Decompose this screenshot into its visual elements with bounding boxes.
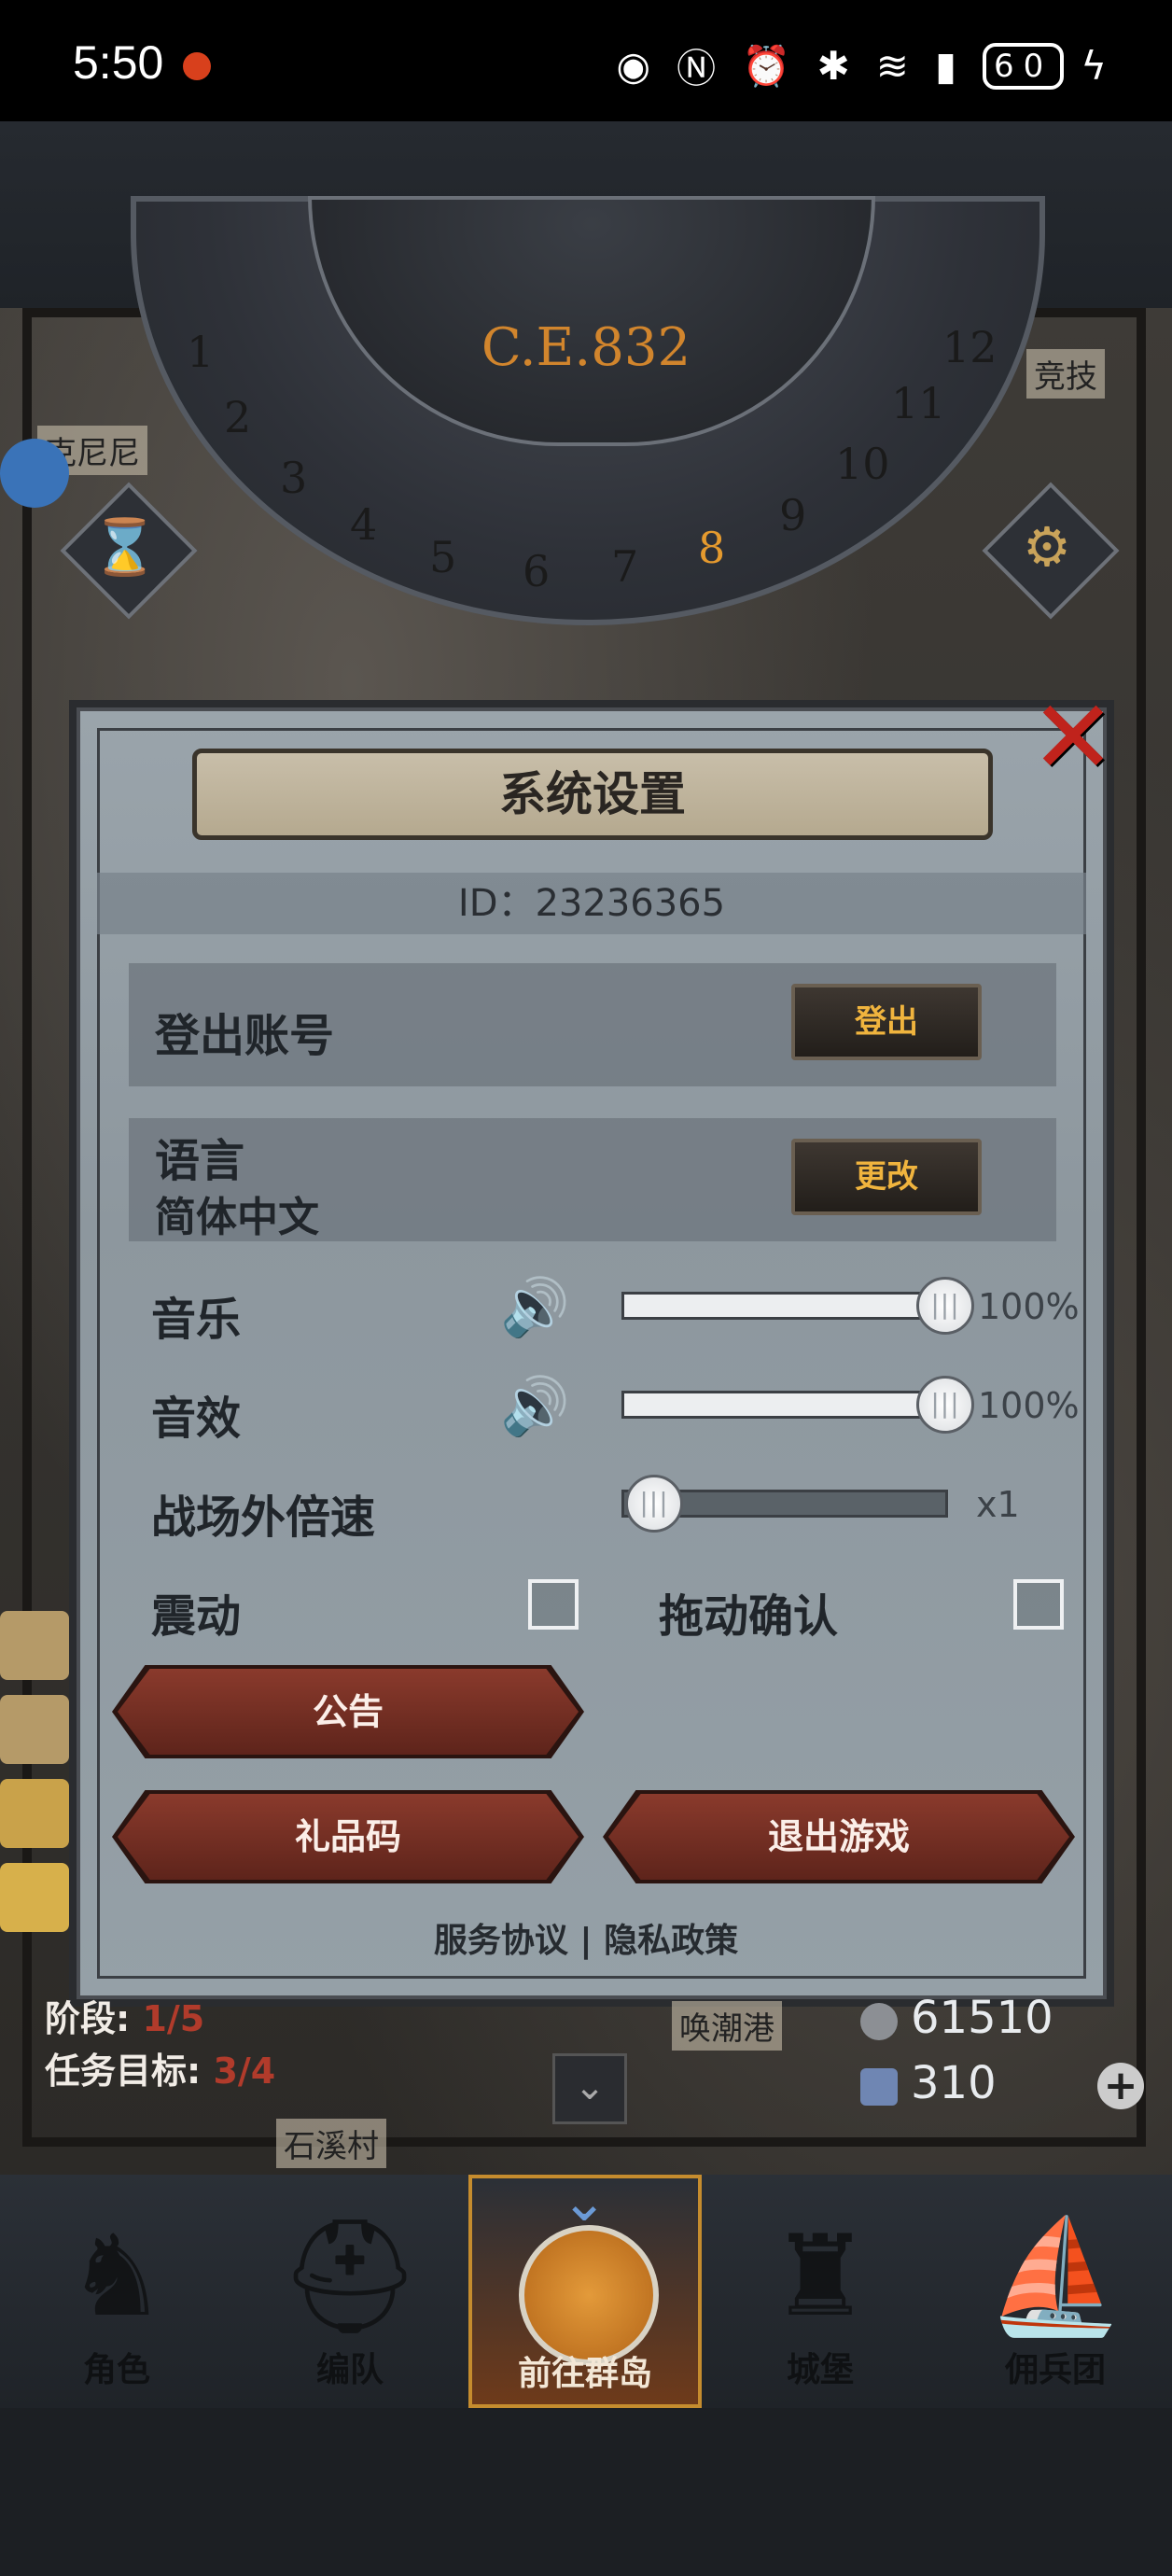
dial-number: 10: [835, 439, 890, 489]
bluetooth-icon: ✱: [816, 43, 859, 89]
change-language-button[interactable]: 更改: [791, 1139, 982, 1215]
helmet-icon: ⛑: [278, 2212, 422, 2342]
nav-formation[interactable]: ⛑ 编队: [233, 2175, 467, 2408]
knight-icon: ♞: [66, 2212, 167, 2342]
music-label: 音乐: [151, 1294, 242, 1346]
speaker-icon[interactable]: 🔊: [500, 1275, 575, 1340]
sfx-value: 100%: [978, 1385, 1080, 1426]
links-separator: |: [579, 1922, 593, 1960]
dial-number: 6: [523, 546, 551, 596]
nav-castle[interactable]: ♜ 城堡: [704, 2175, 937, 2408]
battery-indicator: 60: [983, 42, 1065, 90]
notification-icon: [183, 52, 211, 80]
battle-speed-value: x1: [976, 1484, 1020, 1525]
quest-scroll-icon[interactable]: [0, 1695, 69, 1764]
nfc-icon: Ⓝ: [677, 46, 726, 91]
charging-icon: ϟ: [1081, 43, 1116, 89]
gift-code-button[interactable]: 礼品码: [118, 1794, 579, 1880]
dialog-title: 系统设置: [192, 749, 993, 840]
dial-number: 4: [350, 499, 378, 550]
drag-confirm-checkbox[interactable]: [1013, 1579, 1064, 1630]
nav-mercenaries[interactable]: ⛵ 佣兵团: [939, 2175, 1172, 2408]
privacy-policy-link[interactable]: 隐私政策: [604, 1922, 738, 1960]
status-bar: 5:50 ◉ Ⓝ ⏰ ✱ ≋ ▮ 60 ϟ: [0, 0, 1172, 121]
nav-character[interactable]: ♞ 角色: [0, 2175, 233, 2408]
map-location-label[interactable]: 唤潮港: [672, 2001, 782, 2051]
task-label: 任务目标: 3/4: [45, 2042, 275, 2093]
dial-number: 1: [187, 327, 215, 377]
collapse-button[interactable]: ⌄: [552, 2053, 627, 2124]
drag-confirm-label: 拖动确认: [659, 1590, 839, 1643]
battle-speed-label: 战场外倍速: [151, 1491, 376, 1544]
globe-icon: [519, 2225, 659, 2365]
status-icons: ◉ Ⓝ ⏰ ✱ ≋ ▮ 60 ϟ: [617, 37, 1116, 94]
dial-number: 11: [891, 378, 946, 428]
stage-label-text: 阶段:: [45, 1998, 131, 2039]
coin-icon: [860, 2003, 898, 2040]
nav-label: 城堡: [786, 2351, 854, 2389]
nav-label: 前往群岛: [517, 2355, 652, 2393]
speaker-icon[interactable]: 🔊: [500, 1374, 575, 1439]
map-location-label[interactable]: 竞技: [1026, 349, 1105, 399]
music-value: 100%: [978, 1286, 1080, 1327]
player-id: ID：23236365: [97, 873, 1086, 934]
nav-label: 编队: [315, 2351, 384, 2389]
bottom-nav: ♞ 角色 ⛑ 编队 ⌄ 前往群岛 ♜ 城堡 ⛵ 佣兵团: [0, 2169, 1172, 2408]
vibration-checkbox[interactable]: [528, 1579, 579, 1630]
eye-icon: ◉: [616, 43, 661, 89]
close-icon: ✕: [1029, 678, 1117, 797]
dial-number: 12: [942, 322, 998, 372]
map-location-label[interactable]: 石溪村: [276, 2119, 386, 2168]
wifi-icon: ≋: [875, 43, 918, 89]
bottom-bar: [0, 2408, 1172, 2576]
announcement-button[interactable]: 公告: [118, 1669, 579, 1755]
language-label: 语言: [155, 1135, 245, 1187]
language-current: 简体中文: [155, 1194, 319, 1241]
alarm-icon: ⏰: [742, 42, 801, 89]
music-slider[interactable]: [621, 1292, 948, 1320]
sfx-label: 音效: [151, 1393, 242, 1445]
legal-links: 服务协议 | 隐私政策: [0, 1913, 1172, 1962]
stage-value: 1/5: [142, 1998, 205, 2039]
task-label-text: 任务目标:: [45, 2051, 202, 2092]
dial-number: 9: [779, 490, 807, 540]
task-value: 3/4: [213, 2051, 276, 2092]
service-agreement-link[interactable]: 服务协议: [434, 1922, 568, 1960]
sfx-slider-handle[interactable]: |||: [916, 1376, 974, 1434]
chevron-down-icon: ⌄: [574, 2065, 606, 2108]
signal-icon: ▮: [934, 43, 967, 89]
music-slider-handle[interactable]: |||: [916, 1277, 974, 1335]
crystal-count: 310: [911, 2057, 997, 2109]
dial-number-active: 8: [698, 523, 726, 573]
dial-number: 2: [224, 392, 252, 442]
close-button[interactable]: ✕: [1026, 686, 1120, 789]
gear-icon: ⚙: [1023, 515, 1071, 579]
chevron-down-icon: ⌄: [561, 2169, 608, 2234]
target-icon[interactable]: [0, 1779, 69, 1848]
vibration-label: 震动: [151, 1590, 242, 1643]
add-crystal-button[interactable]: +: [1097, 2063, 1144, 2109]
nav-label: 佣兵团: [1004, 2351, 1106, 2389]
sfx-slider[interactable]: [621, 1391, 948, 1419]
nav-islands[interactable]: ⌄ 前往群岛: [468, 2169, 702, 2408]
exit-game-button[interactable]: 退出游戏: [608, 1794, 1069, 1880]
chat-icon[interactable]: [0, 439, 69, 508]
logout-button[interactable]: 登出: [791, 984, 982, 1060]
dial-number: 3: [280, 453, 308, 503]
scroll-icon[interactable]: [0, 1611, 69, 1680]
dial-number: 7: [611, 541, 639, 592]
battle-speed-slider-handle[interactable]: |||: [625, 1475, 683, 1533]
crystal-icon: [860, 2068, 898, 2106]
castle-icon: ♜: [770, 2212, 871, 2342]
nav-label: 角色: [82, 2351, 150, 2389]
status-time: 5:50: [73, 36, 164, 89]
ship-icon: ⛵: [985, 2212, 1125, 2342]
stage-label: 阶段: 1/5: [45, 1990, 204, 2041]
logout-label: 登出账号: [155, 1010, 335, 1062]
dial-number: 5: [429, 532, 457, 582]
hourglass-icon: ⌛: [91, 515, 160, 579]
coin-count: 61510: [911, 1992, 1053, 2044]
